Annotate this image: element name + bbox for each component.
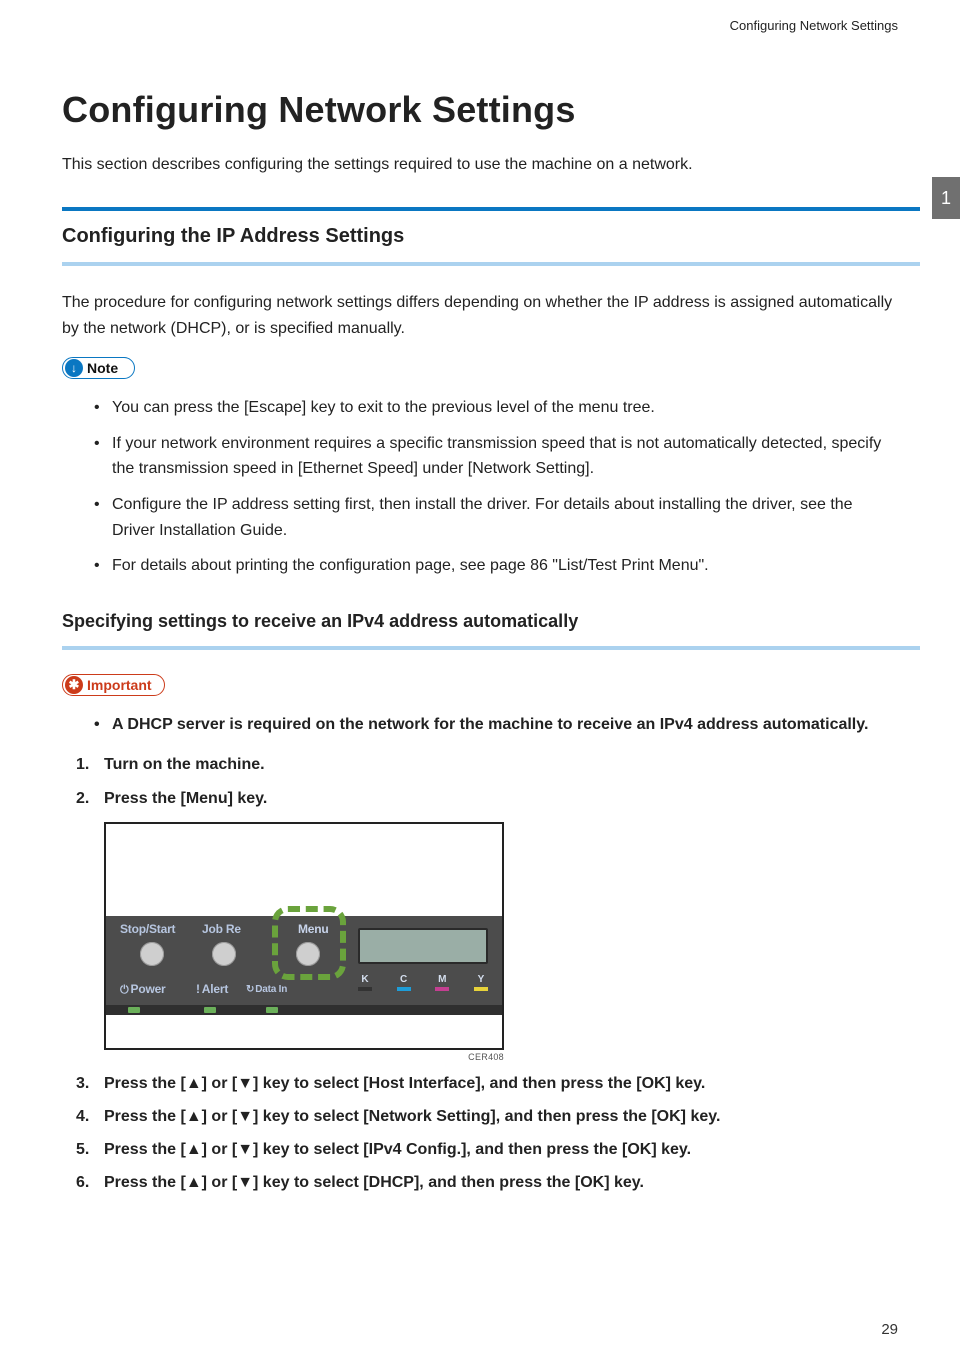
toner-label: M bbox=[438, 974, 446, 985]
section1-paragraph: The procedure for configuring network se… bbox=[62, 290, 898, 341]
lcd-screen bbox=[358, 928, 488, 964]
page: Configuring Network Settings 1 Configuri… bbox=[0, 0, 960, 1360]
step-text: Press the [▲] or [▼] key to select [Netw… bbox=[104, 1108, 720, 1125]
chapter-tab: 1 bbox=[932, 177, 960, 219]
label-power: Power bbox=[120, 982, 166, 997]
step-text: Press the [▲] or [▼] key to select [DHCP… bbox=[104, 1174, 644, 1191]
toner-m: M bbox=[435, 974, 449, 991]
running-header: Configuring Network Settings bbox=[62, 18, 898, 33]
intro-paragraph: This section describes configuring the s… bbox=[62, 153, 898, 177]
highlight-ring-icon bbox=[272, 906, 346, 980]
toner-bar-icon bbox=[474, 987, 488, 991]
important-star-icon: ✱ bbox=[65, 676, 83, 694]
step-item: Press the [▲] or [▼] key to select [IPv4… bbox=[76, 1136, 898, 1163]
note-callout: ↓ Note bbox=[62, 357, 135, 379]
toner-bar-icon bbox=[358, 987, 372, 991]
figure-caption: CER408 bbox=[104, 1052, 504, 1062]
important-list: A DHCP server is required on the network… bbox=[94, 712, 898, 738]
step-text: Press the [Menu] key. bbox=[104, 790, 267, 807]
label-data-in: Data In bbox=[246, 984, 287, 995]
list-item: You can press the [Escape] key to exit t… bbox=[94, 395, 898, 421]
section-heading-ip: Configuring the IP Address Settings bbox=[62, 225, 898, 248]
toner-label: C bbox=[400, 974, 407, 985]
list-item: If your network environment requires a s… bbox=[94, 431, 898, 482]
control-panel-figure: Stop/Start Job Re Menu K C M Y Power Ale… bbox=[104, 822, 504, 1050]
section-divider bbox=[62, 207, 920, 211]
toner-label: K bbox=[361, 974, 368, 985]
subsection-heading-ipv4: Specifying settings to receive an IPv4 a… bbox=[62, 611, 898, 632]
step-text: Press the [▲] or [▼] key to select [IPv4… bbox=[104, 1141, 691, 1158]
page-number: 29 bbox=[881, 1321, 898, 1338]
job-reset-button bbox=[212, 942, 236, 966]
important-block: A DHCP server is required on the network… bbox=[62, 712, 898, 738]
step-item: Press the [Menu] key. bbox=[76, 785, 898, 812]
important-label: Important bbox=[87, 677, 152, 693]
step-item: Press the [▲] or [▼] key to select [DHCP… bbox=[76, 1169, 898, 1196]
label-alert: Alert bbox=[196, 982, 228, 996]
step-item: Press the [▲] or [▼] key to select [Host… bbox=[76, 1070, 898, 1097]
steps-list-pre: Turn on the machine. Press the [Menu] ke… bbox=[76, 751, 898, 811]
toner-row: K C M Y bbox=[358, 974, 488, 991]
list-item: For details about printing the configura… bbox=[94, 553, 898, 579]
step-text: Turn on the machine. bbox=[104, 756, 265, 773]
list-item: Configure the IP address setting first, … bbox=[94, 492, 898, 543]
step-text: Press the [▲] or [▼] key to select [Host… bbox=[104, 1075, 705, 1092]
page-title: Configuring Network Settings bbox=[62, 89, 898, 131]
label-job-reset: Job Re bbox=[202, 922, 241, 936]
stop-start-button bbox=[140, 942, 164, 966]
toner-y: Y bbox=[474, 974, 488, 991]
led-strip bbox=[106, 1005, 502, 1015]
step-item: Press the [▲] or [▼] key to select [Netw… bbox=[76, 1103, 898, 1130]
toner-c: C bbox=[397, 974, 411, 991]
figure-wrap: Stop/Start Job Re Menu K C M Y Power Ale… bbox=[104, 822, 898, 1062]
note-label: Note bbox=[87, 360, 118, 376]
important-callout: ✱ Important bbox=[62, 674, 165, 696]
toner-k: K bbox=[358, 974, 372, 991]
step-item: Turn on the machine. bbox=[76, 751, 898, 778]
section-sub-divider bbox=[62, 262, 920, 266]
data-in-led-icon bbox=[266, 1007, 278, 1013]
toner-bar-icon bbox=[397, 987, 411, 991]
note-list: You can press the [Escape] key to exit t… bbox=[94, 395, 898, 579]
list-item: A DHCP server is required on the network… bbox=[94, 712, 898, 738]
note-down-icon: ↓ bbox=[65, 359, 83, 377]
toner-bar-icon bbox=[435, 987, 449, 991]
label-stopstart: Stop/Start bbox=[120, 922, 175, 936]
power-led-icon bbox=[128, 1007, 140, 1013]
alert-led-icon bbox=[204, 1007, 216, 1013]
steps-list-post: Press the [▲] or [▼] key to select [Host… bbox=[76, 1070, 898, 1197]
subsection-divider bbox=[62, 646, 920, 650]
toner-label: Y bbox=[478, 974, 485, 985]
